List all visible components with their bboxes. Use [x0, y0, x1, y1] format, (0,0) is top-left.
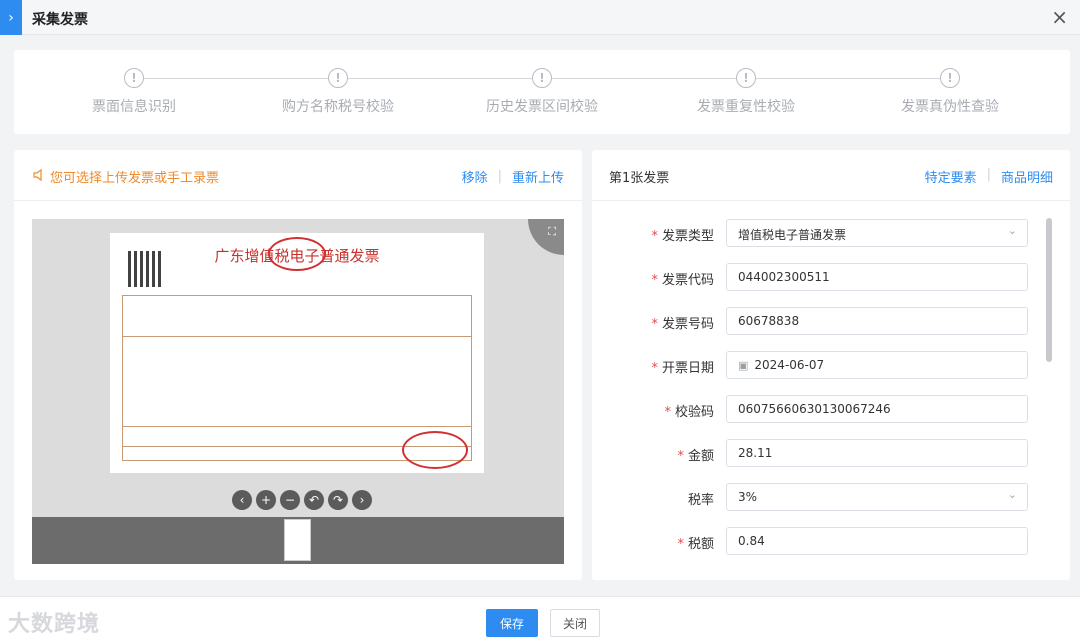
close-icon[interactable]: ×: [1051, 6, 1068, 28]
rotate-left-icon[interactable]: ↶: [304, 490, 324, 510]
step-connector: [344, 78, 540, 79]
speaker-icon: [32, 168, 46, 186]
calendar-icon: ▣: [738, 359, 749, 372]
upload-panel: 您可选择上传发票或手工录票 移除 | 重新上传 ⛶ 广东增值税电子普通发票 ‹ …: [14, 150, 582, 580]
field-label: * 发票代码: [651, 273, 714, 288]
field-label: 税率: [687, 493, 714, 508]
invoice-type-select[interactable]: 增值税电子普通发票 ⌄: [726, 219, 1028, 247]
steps-panel: ! 票面信息识别 ! 购方名称税号校验 ! 历史发票区间校验 ! 发票重复性校验…: [14, 50, 1070, 134]
divider: |: [986, 167, 991, 182]
next-icon[interactable]: ›: [352, 490, 372, 510]
form-scrollbar[interactable]: [1046, 218, 1052, 362]
viewer-toolbar: ‹ + − ↶ ↷ ›: [232, 490, 372, 510]
form-panel-header: 第1张发票 特定要素 | 商品明细: [592, 150, 1070, 201]
step-label: 历史发票区间校验: [486, 99, 598, 115]
save-button[interactable]: 保存: [486, 609, 538, 637]
divider: |: [497, 169, 502, 184]
zoom-in-icon[interactable]: +: [256, 490, 276, 510]
field-label: * 金额: [677, 449, 714, 464]
upload-panel-header: 您可选择上传发票或手工录票 移除 | 重新上传: [14, 150, 582, 201]
remove-link[interactable]: 移除: [462, 167, 488, 186]
exclamation-circle-icon: !: [940, 68, 960, 88]
step-connector: [752, 78, 948, 79]
fullscreen-icon[interactable]: ⛶: [528, 219, 564, 255]
exclamation-circle-icon: !: [328, 68, 348, 88]
titlebar: › 采集发票 ×: [0, 0, 1080, 35]
step-label: 发票真伪性查验: [901, 99, 999, 115]
goods-detail-link[interactable]: 商品明细: [1001, 167, 1053, 186]
invoice-type-row: * 发票类型 增值税电子普通发票 ⌄: [592, 219, 1070, 247]
dialog-footer: 保存 关闭: [0, 596, 1080, 642]
upload-hint-text: 您可选择上传发票或手工录票: [50, 171, 220, 186]
special-elements-link[interactable]: 特定要素: [925, 167, 977, 186]
field-label: * 发票类型: [651, 229, 714, 244]
rotate-right-icon[interactable]: ↷: [328, 490, 348, 510]
field-label: * 发票号码: [651, 317, 714, 332]
step-label: 购方名称税号校验: [282, 99, 394, 115]
invoice-code-row: * 发票代码 044002300511: [592, 263, 1070, 291]
close-button[interactable]: 关闭: [550, 609, 600, 637]
thumbnail-strip: [32, 517, 564, 564]
invoice-code-input[interactable]: 044002300511: [726, 263, 1028, 291]
exclamation-circle-icon: !: [124, 68, 144, 88]
amount-row: * 金额 28.11: [592, 439, 1070, 467]
amount-input[interactable]: 28.11: [726, 439, 1028, 467]
chevron-down-icon: ⌄: [1007, 224, 1017, 237]
tax-amount-input[interactable]: 0.84: [726, 527, 1028, 555]
step-connector: [548, 78, 744, 79]
check-code-row: * 校验码 06075660630130067246: [592, 395, 1070, 423]
invoice-date-picker[interactable]: ▣ 2024-06-07: [726, 351, 1028, 379]
invoice-viewer: ⛶ 广东增值税电子普通发票 ‹ + − ↶ ↷ ›: [32, 219, 564, 564]
upload-hint: 您可选择上传发票或手工录票: [32, 167, 219, 186]
field-label: * 税额: [677, 537, 714, 552]
watermark: 大数跨境: [8, 612, 101, 637]
invoice-image: 广东增值税电子普通发票: [110, 233, 484, 473]
reupload-link[interactable]: 重新上传: [512, 167, 564, 186]
zoom-out-icon[interactable]: −: [280, 490, 300, 510]
step-connector: [140, 78, 336, 79]
invoice-form-panel: 第1张发票 特定要素 | 商品明细 * 发票类型 增值税电子普通发票 ⌄ * 发票代码…: [592, 150, 1070, 580]
seal-stamp: [402, 431, 468, 469]
invoice-number-input[interactable]: 60678838: [726, 307, 1028, 335]
check-code-input[interactable]: 06075660630130067246: [726, 395, 1028, 423]
tax-rate-row: 税率 3% ⌄: [592, 483, 1070, 511]
invoice-date-row: * 开票日期 ▣ 2024-06-07: [592, 351, 1070, 379]
step-label: 票面信息识别: [92, 99, 176, 115]
chevron-right-icon[interactable]: ›: [0, 0, 22, 35]
field-label: * 开票日期: [651, 361, 714, 376]
chevron-down-icon: ⌄: [1007, 488, 1017, 501]
dialog-title: 采集发票: [32, 12, 88, 28]
invoice-number-row: * 发票号码 60678838: [592, 307, 1070, 335]
tax-rate-select[interactable]: 3% ⌄: [726, 483, 1028, 511]
tax-amount-row: * 税额 0.84: [592, 527, 1070, 555]
exclamation-circle-icon: !: [532, 68, 552, 88]
prev-icon[interactable]: ‹: [232, 490, 252, 510]
invoice-thumbnail[interactable]: [284, 519, 311, 561]
field-label: * 校验码: [664, 405, 714, 420]
invoice-index-title: 第1张发票: [609, 171, 670, 186]
exclamation-circle-icon: !: [736, 68, 756, 88]
seal-stamp: [268, 237, 326, 271]
step-label: 发票重复性校验: [697, 99, 795, 115]
